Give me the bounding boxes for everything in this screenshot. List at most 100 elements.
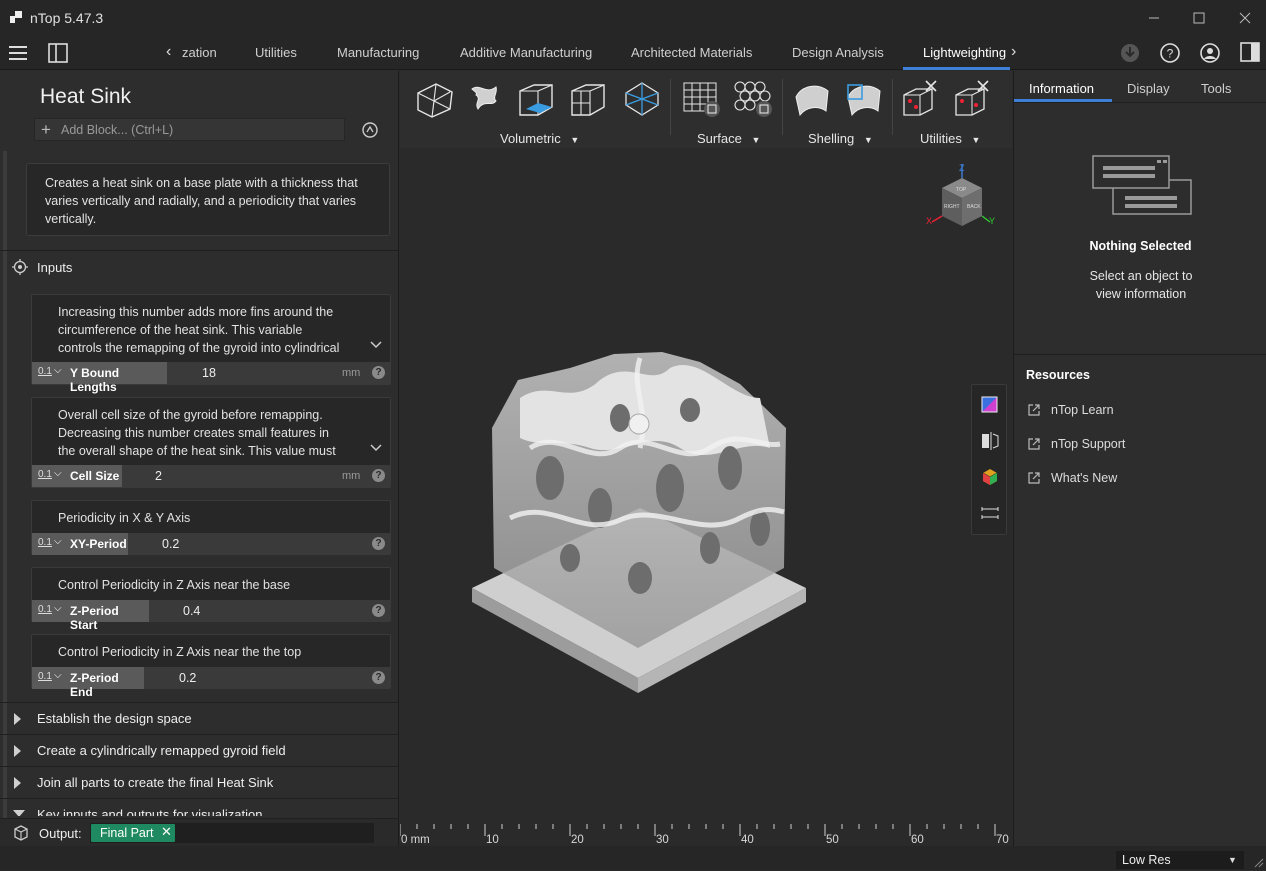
param-type-dropdown[interactable]: 0.1 ⌵ Cell Size: [32, 465, 122, 487]
output-tag-label: Final Part: [100, 826, 154, 840]
ribbon-scroll-left-icon[interactable]: ‹: [166, 43, 171, 61]
scalar-type-icon: 0.1: [38, 469, 52, 480]
minimize-button[interactable]: [1146, 10, 1162, 26]
param-row: 0.1 ⌵ Z-Period Start 0.4 ?: [32, 600, 390, 632]
param-value-input[interactable]: 0.4: [183, 604, 200, 618]
section-join-parts[interactable]: Join all parts to create the final Heat …: [0, 766, 398, 797]
help-icon[interactable]: ?: [372, 537, 385, 550]
link-ntop-support[interactable]: nTop Support: [1051, 437, 1125, 451]
output-field[interactable]: Final Part ✕: [90, 823, 374, 843]
tab-architected-materials[interactable]: Architected Materials: [631, 45, 752, 60]
group-label: Volumetric: [500, 131, 561, 146]
trim-tool-icon[interactable]: [900, 79, 944, 119]
section-label: Key inputs and outputs for visualization: [37, 807, 263, 816]
tab-tools[interactable]: Tools: [1201, 81, 1231, 96]
help-icon[interactable]: ?: [372, 671, 385, 684]
caret-down-icon: ▼: [971, 135, 981, 145]
color-map-icon[interactable]: [980, 395, 1000, 415]
chevron-down-icon: ⌵: [54, 603, 62, 614]
param-value-input[interactable]: 18: [202, 366, 216, 380]
maximize-button[interactable]: [1191, 10, 1207, 26]
param-value-input[interactable]: 0.2: [162, 537, 179, 551]
section-key-inputs-outputs[interactable]: Key inputs and outputs for visualization: [0, 798, 398, 816]
grid-surface-tool-icon[interactable]: [680, 79, 724, 119]
link-whats-new[interactable]: What's New: [1051, 471, 1117, 485]
shell-tool-icon[interactable]: [790, 79, 834, 119]
param-value-input[interactable]: 2: [155, 469, 162, 483]
param-value-input[interactable]: 0.2: [179, 671, 196, 685]
tab-display[interactable]: Display: [1127, 81, 1170, 96]
resources-heading: Resources: [1026, 368, 1090, 382]
gyroid-tool-icon[interactable]: [464, 79, 508, 119]
close-button[interactable]: [1237, 10, 1253, 26]
section-create-gyroid-field[interactable]: Create a cylindrically remapped gyroid f…: [0, 734, 398, 765]
offset-shell-tool-icon[interactable]: [842, 79, 886, 119]
plus-icon: +: [41, 120, 51, 139]
heat-sink-model[interactable]: [400, 148, 1012, 846]
tab-lightweighting[interactable]: Lightweighting: [923, 45, 1006, 60]
tab-additive-manufacturing[interactable]: Additive Manufacturing: [460, 45, 592, 60]
toggle-panel-icon[interactable]: [48, 43, 68, 63]
help-icon[interactable]: ?: [372, 366, 385, 379]
param-card-z-period-start: Control Periodicity in Z Axis near the b…: [31, 567, 391, 632]
external-link-icon: [1027, 403, 1041, 417]
lattice-tool-icon[interactable]: [412, 79, 456, 119]
help-icon[interactable]: ?: [1159, 42, 1181, 64]
hamburger-menu-icon[interactable]: [8, 43, 28, 63]
param-name: Z-Period Start: [70, 604, 119, 632]
link-ntop-learn[interactable]: nTop Learn: [1051, 403, 1114, 417]
notebook-panel: Heat Sink + Add Block... (Ctrl+L) Create…: [0, 71, 399, 846]
resize-grip-icon[interactable]: [1252, 856, 1264, 868]
download-icon[interactable]: [1119, 42, 1141, 64]
conformal-tool-icon[interactable]: [620, 79, 664, 119]
param-unit: mm: [342, 367, 361, 379]
tab-visualization[interactable]: zation: [182, 45, 217, 60]
caret-down-icon: ▼: [570, 135, 580, 145]
hex-surface-tool-icon[interactable]: [732, 79, 776, 119]
add-block-input[interactable]: + Add Block... (Ctrl+L): [34, 118, 345, 141]
measure-icon[interactable]: [980, 503, 1000, 523]
remove-output-icon[interactable]: ✕: [161, 824, 172, 840]
ruler-label: 50: [826, 834, 839, 846]
section-view-icon[interactable]: [980, 431, 1000, 451]
ribbon-scroll-right-icon[interactable]: ›: [1011, 43, 1016, 61]
ruler-label: 10: [486, 834, 499, 846]
param-name: Y Bound Lengths: [70, 366, 120, 394]
tab-design-analysis[interactable]: Design Analysis: [792, 45, 884, 60]
help-icon[interactable]: ?: [372, 469, 385, 482]
3d-viewport[interactable]: Z X Y TOP RIGHT BACK: [400, 148, 1012, 846]
resolution-dropdown[interactable]: Low Res ▼: [1116, 851, 1244, 869]
param-type-dropdown[interactable]: 0.1 ⌵ XY-Period: [32, 533, 128, 555]
output-tag[interactable]: Final Part ✕: [91, 824, 175, 842]
trim-remove-tool-icon[interactable]: [952, 79, 996, 119]
unit-cell-tool-icon[interactable]: [566, 79, 610, 119]
graph-tool-icon[interactable]: [514, 79, 558, 119]
param-row: 0.1 ⌵ XY-Period 0.2 ?: [32, 533, 390, 555]
right-panel-toggle-icon[interactable]: [1240, 42, 1260, 62]
material-cube-icon[interactable]: [980, 467, 1000, 487]
chevron-down-icon[interactable]: [369, 338, 383, 349]
utilities-group-dropdown[interactable]: Utilities ▼: [920, 131, 980, 146]
tab-manufacturing[interactable]: Manufacturing: [337, 45, 419, 60]
inputs-label[interactable]: Inputs: [37, 260, 72, 275]
param-type-dropdown[interactable]: 0.1 ⌵ Z-Period End: [32, 667, 144, 699]
param-row: 0.1 ⌵ Y Bound Lengths 18 mm ?: [32, 362, 390, 394]
account-icon[interactable]: [1199, 42, 1221, 64]
param-type-dropdown[interactable]: 0.1 ⌵ Z-Period Start: [32, 600, 149, 632]
volumetric-group-dropdown[interactable]: Volumetric ▼: [500, 131, 579, 146]
surface-group-dropdown[interactable]: Surface ▼: [697, 131, 760, 146]
app-logo-icon: [10, 11, 22, 23]
view-cube[interactable]: Z X Y TOP RIGHT BACK: [922, 160, 1002, 240]
group-label: Shelling: [808, 131, 855, 146]
chevron-down-icon[interactable]: [369, 441, 383, 452]
param-type-dropdown[interactable]: 0.1 ⌵ Y Bound Lengths: [32, 362, 167, 394]
refresh-icon[interactable]: [361, 121, 379, 139]
scalar-type-icon: 0.1: [38, 537, 52, 548]
expand-triangle-icon: [14, 713, 21, 725]
tab-utilities[interactable]: Utilities: [255, 45, 297, 60]
tab-information[interactable]: Information: [1029, 81, 1094, 96]
help-icon[interactable]: ?: [372, 604, 385, 617]
shelling-group-dropdown[interactable]: Shelling ▼: [808, 131, 873, 146]
param-name: XY-Period: [70, 537, 127, 551]
section-establish-design-space[interactable]: Establish the design space: [0, 702, 398, 733]
